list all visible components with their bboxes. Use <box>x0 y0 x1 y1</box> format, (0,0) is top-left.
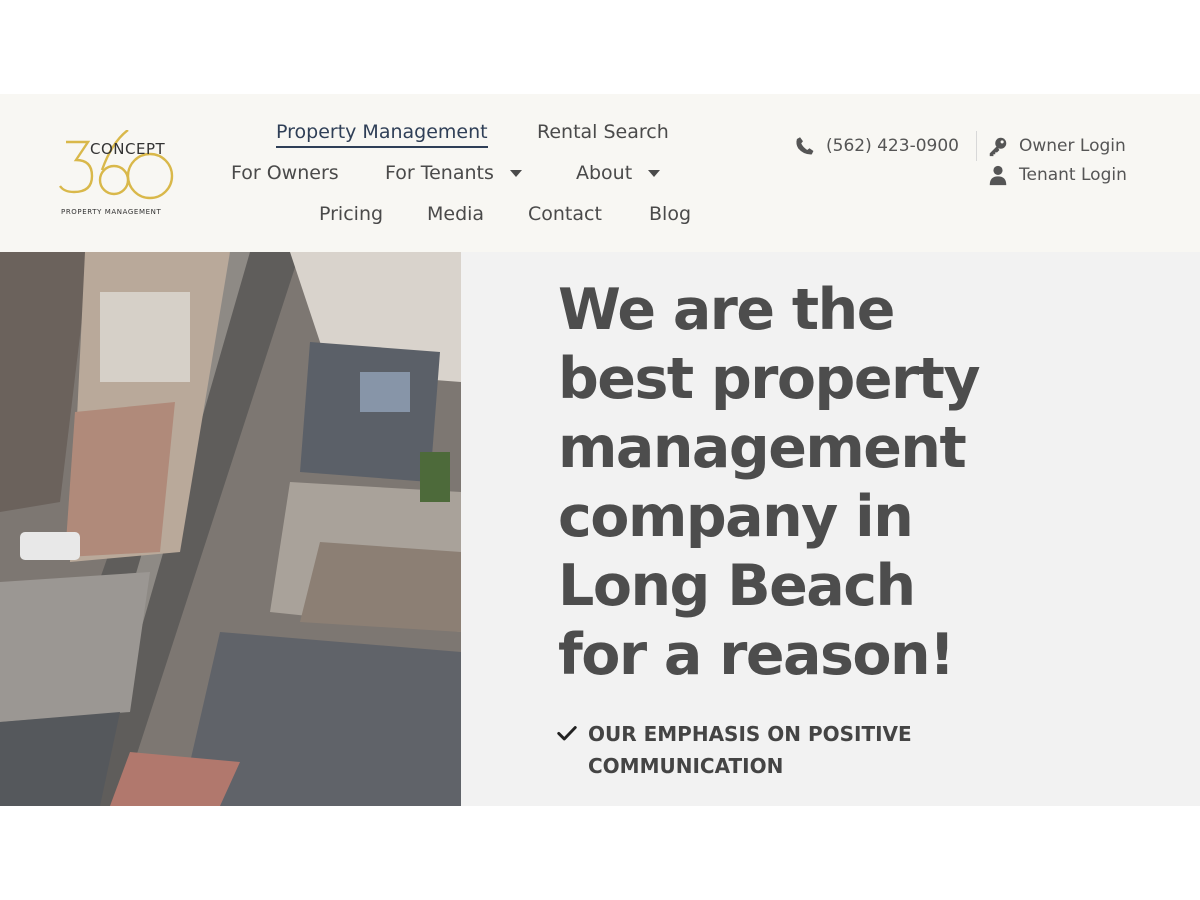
check-icon <box>557 726 577 741</box>
phone-number: (562) 423-0900 <box>826 136 959 156</box>
nav-about[interactable]: About <box>576 161 661 185</box>
nav-for-tenants-label: For Tenants <box>385 162 494 184</box>
nav-contact[interactable]: Contact <box>528 202 602 226</box>
logo-mark: CONCEPT PROPERTY MANAGEMENT <box>59 130 174 216</box>
headline-line: company in <box>558 484 914 550</box>
headline-line: Long Beach <box>558 553 916 619</box>
headline-line: management <box>558 415 967 481</box>
aerial-neighborhood-photo <box>0 252 461 806</box>
phone-link[interactable]: (562) 423-0900 <box>794 135 959 157</box>
chevron-down-icon <box>648 170 661 177</box>
logo[interactable]: CONCEPT PROPERTY MANAGEMENT <box>58 130 180 220</box>
nav-media[interactable]: Media <box>427 202 484 226</box>
feature-bullet-text: OUR EMPHASIS ON POSITIVE COMMUNICATION <box>588 722 912 778</box>
chevron-down-icon <box>509 170 522 177</box>
nav-for-tenants[interactable]: For Tenants <box>385 161 522 185</box>
logo-word: CONCEPT <box>90 140 165 158</box>
key-icon <box>989 137 1007 157</box>
nav-for-owners[interactable]: For Owners <box>231 161 339 185</box>
divider <box>976 131 977 161</box>
nav-pricing[interactable]: Pricing <box>319 202 383 226</box>
headline-line: We are the <box>558 277 895 343</box>
tenant-login-label: Tenant Login <box>1019 165 1127 185</box>
aerial-photo-illustration <box>0 252 461 806</box>
user-icon <box>989 165 1007 186</box>
hero-headline: We are the best property management comp… <box>558 276 1058 690</box>
nav-rental-search[interactable]: Rental Search <box>537 120 669 144</box>
owner-login-link[interactable]: Owner Login <box>987 135 1126 157</box>
owner-login-label: Owner Login <box>1019 136 1126 156</box>
logo-tagline: PROPERTY MANAGEMENT <box>61 208 161 216</box>
phone-icon <box>796 137 814 155</box>
hero-section: We are the best property management comp… <box>0 252 1200 806</box>
headline-line: best property <box>558 346 981 412</box>
site-header: CONCEPT PROPERTY MANAGEMENT Property Man… <box>0 94 1200 252</box>
headline-line: for a reason! <box>558 622 955 688</box>
nav-blog[interactable]: Blog <box>649 202 691 226</box>
tenant-login-link[interactable]: Tenant Login <box>987 164 1127 186</box>
nav-property-management[interactable]: Property Management <box>276 120 488 148</box>
nav-about-label: About <box>576 162 633 184</box>
